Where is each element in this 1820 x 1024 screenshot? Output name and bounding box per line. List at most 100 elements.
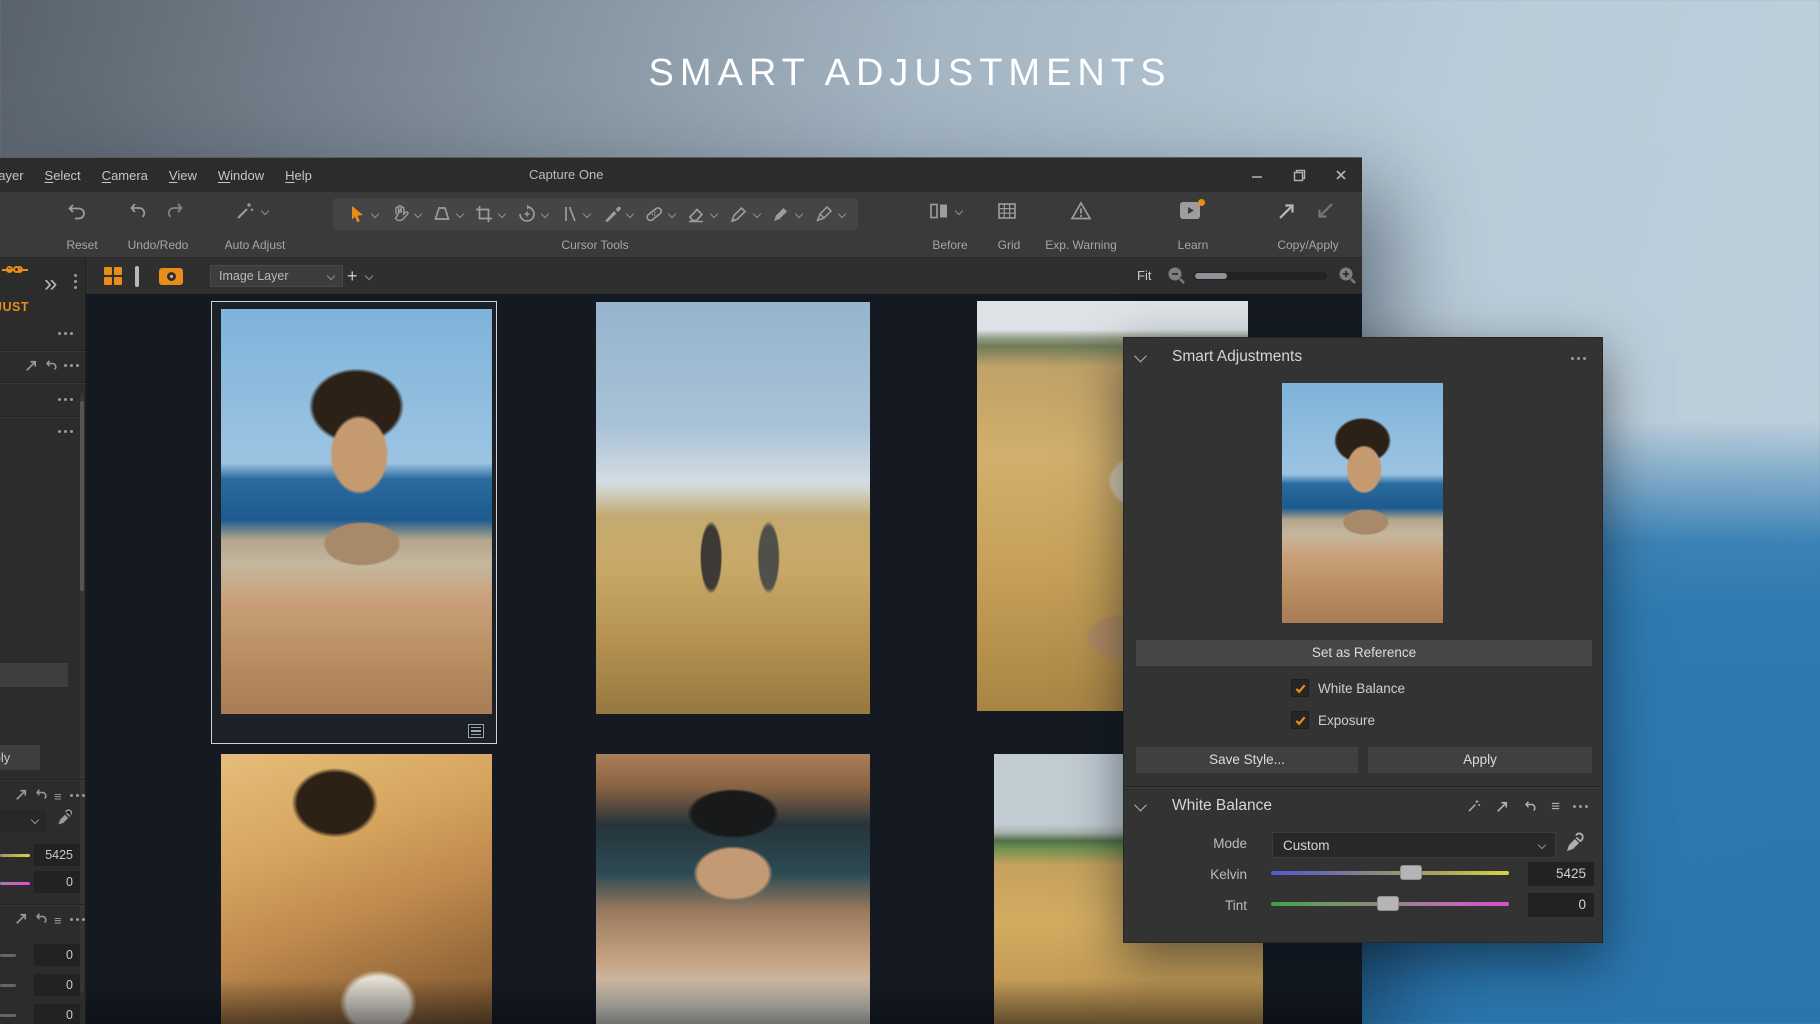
cursor-tool-heal[interactable] [643,203,675,225]
slider-partial[interactable] [0,954,16,957]
presets-menu-icon[interactable]: ≡ [54,789,62,804]
zoom-slider-thumb[interactable] [1195,273,1227,279]
auto-wb-wand-icon[interactable] [1466,798,1482,814]
menu-select[interactable]: Select [45,168,81,183]
viewer-toggle-icon[interactable] [135,268,139,286]
copy-adjustments-icon[interactable] [1495,799,1510,814]
smart-adjustments-header[interactable]: Smart Adjustments [1124,342,1602,372]
thumbnail-photo-5[interactable] [596,754,870,1024]
before-toggle[interactable] [928,200,962,222]
presets-menu-icon[interactable]: ≡ [1551,798,1560,815]
mode-select-partial[interactable] [0,810,46,832]
undo-button[interactable] [127,200,149,222]
learn-button[interactable] [1178,198,1206,224]
contrast-value-field[interactable]: 0 [34,974,80,996]
section-more-icon[interactable] [1573,805,1588,808]
adjustments-tab-icon[interactable] [2,266,28,292]
tint-slider[interactable] [1271,902,1509,906]
exposure-checkbox-row[interactable]: Exposure [1291,711,1375,729]
wb-mode-select[interactable]: Custom [1272,832,1556,858]
grid-view-icon[interactable] [104,267,122,285]
slider-partial[interactable] [0,1014,16,1017]
zoom-out-icon[interactable] [1166,265,1187,286]
brightness-value-field[interactable]: 0 [34,1004,80,1024]
restore-icon[interactable] [1288,164,1310,186]
section-more-icon[interactable] [70,794,85,797]
section-more-icon[interactable] [58,398,73,401]
chevron-down-icon[interactable] [1134,798,1147,811]
chevron-down-icon[interactable] [1134,349,1147,362]
panel-more-icon[interactable] [1571,357,1586,360]
adjust-tab-label[interactable]: ADJUST [0,300,29,314]
section-more-icon[interactable] [64,364,79,367]
auto-adjust-button[interactable] [234,200,268,222]
slider-partial[interactable] [0,984,16,987]
panel-menu-dots-icon[interactable] [74,274,77,289]
tint-slider-partial[interactable] [0,882,30,885]
panel-scrollbar[interactable] [80,393,84,993]
expand-panel-icon[interactable]: » [44,272,57,296]
exposure-checkbox[interactable] [1291,711,1309,729]
proof-view-icon[interactable] [159,268,183,285]
copy-adjustments-icon[interactable] [14,787,29,802]
zoom-fit-label[interactable]: Fit [1137,268,1151,283]
kelvin-slider-partial[interactable] [0,854,30,857]
cursor-tool-pan[interactable] [389,203,421,225]
save-style-button[interactable]: Save Style... [1136,747,1358,773]
eyedropper-icon[interactable] [56,809,74,827]
reset-section-icon[interactable] [34,787,49,802]
cursor-tool-crop[interactable] [473,203,505,225]
section-more-icon[interactable] [58,430,73,433]
panel-scrollbar-thumb[interactable] [80,401,84,591]
cursor-tool-brush[interactable] [601,203,633,225]
copy-adjustments-button[interactable] [1276,200,1298,222]
set-as-reference-button[interactable]: Set as Reference [1136,640,1592,666]
exposure-warning-toggle[interactable] [1070,200,1092,222]
chevron-down-icon[interactable] [365,272,373,280]
menu-view[interactable]: View [169,168,197,183]
minimize-icon[interactable] [1246,164,1268,186]
tint-value-field[interactable]: 0 [1528,893,1594,917]
apply-adjustments-button[interactable] [1314,200,1336,222]
zoom-in-icon[interactable] [1337,265,1358,286]
thumbnail-photo-2[interactable] [596,302,870,714]
exposure-value-field[interactable]: 0 [34,944,80,966]
cursor-tool-select[interactable] [346,203,378,225]
presets-menu-icon[interactable]: ≡ [54,913,62,928]
white-balance-checkbox-row[interactable]: White Balance [1291,679,1405,697]
add-layer-button[interactable]: + [347,266,358,286]
apply-button-partial[interactable]: Apply [0,745,40,770]
tint-slider-thumb[interactable] [1377,896,1399,911]
kelvin-slider-thumb[interactable] [1400,865,1422,880]
cursor-tool-straighten[interactable] [558,203,590,225]
white-balance-checkbox[interactable] [1291,679,1309,697]
kelvin-value-field[interactable]: 5425 [34,844,80,866]
copy-adjustments-icon[interactable] [14,911,29,926]
reset-section-icon[interactable] [34,911,49,926]
apply-button[interactable]: Apply [1368,747,1592,773]
cursor-tool-erase[interactable] [685,203,717,225]
thumbnail-photo-1[interactable] [221,309,492,714]
thumbnail-photo-4[interactable] [221,754,492,1024]
close-icon[interactable] [1330,164,1352,186]
tint-value-field[interactable]: 0 [34,871,80,893]
copy-adjustments-icon[interactable] [24,358,39,373]
kelvin-value-field[interactable]: 5425 [1528,862,1594,886]
menu-help[interactable]: Help [285,168,312,183]
wb-eyedropper-icon[interactable] [1564,832,1586,854]
section-more-icon[interactable] [70,918,85,921]
cutoff-field[interactable] [0,663,68,687]
reset-section-icon[interactable] [1523,799,1538,814]
menu-layer[interactable]: Layer [0,168,24,183]
cursor-tool-draw-mask[interactable] [728,203,760,225]
grid-toggle[interactable] [996,200,1018,222]
zoom-slider[interactable] [1193,272,1327,280]
reset-button[interactable] [66,200,88,222]
section-more-icon[interactable] [58,332,73,335]
cursor-tool-rotate[interactable] [516,203,548,225]
reference-thumbnail[interactable] [1282,383,1443,623]
reset-section-icon[interactable] [44,358,59,373]
menu-camera[interactable]: Camera [102,168,148,183]
redo-button[interactable] [164,200,186,222]
cursor-tool-fill-mask[interactable] [770,203,802,225]
